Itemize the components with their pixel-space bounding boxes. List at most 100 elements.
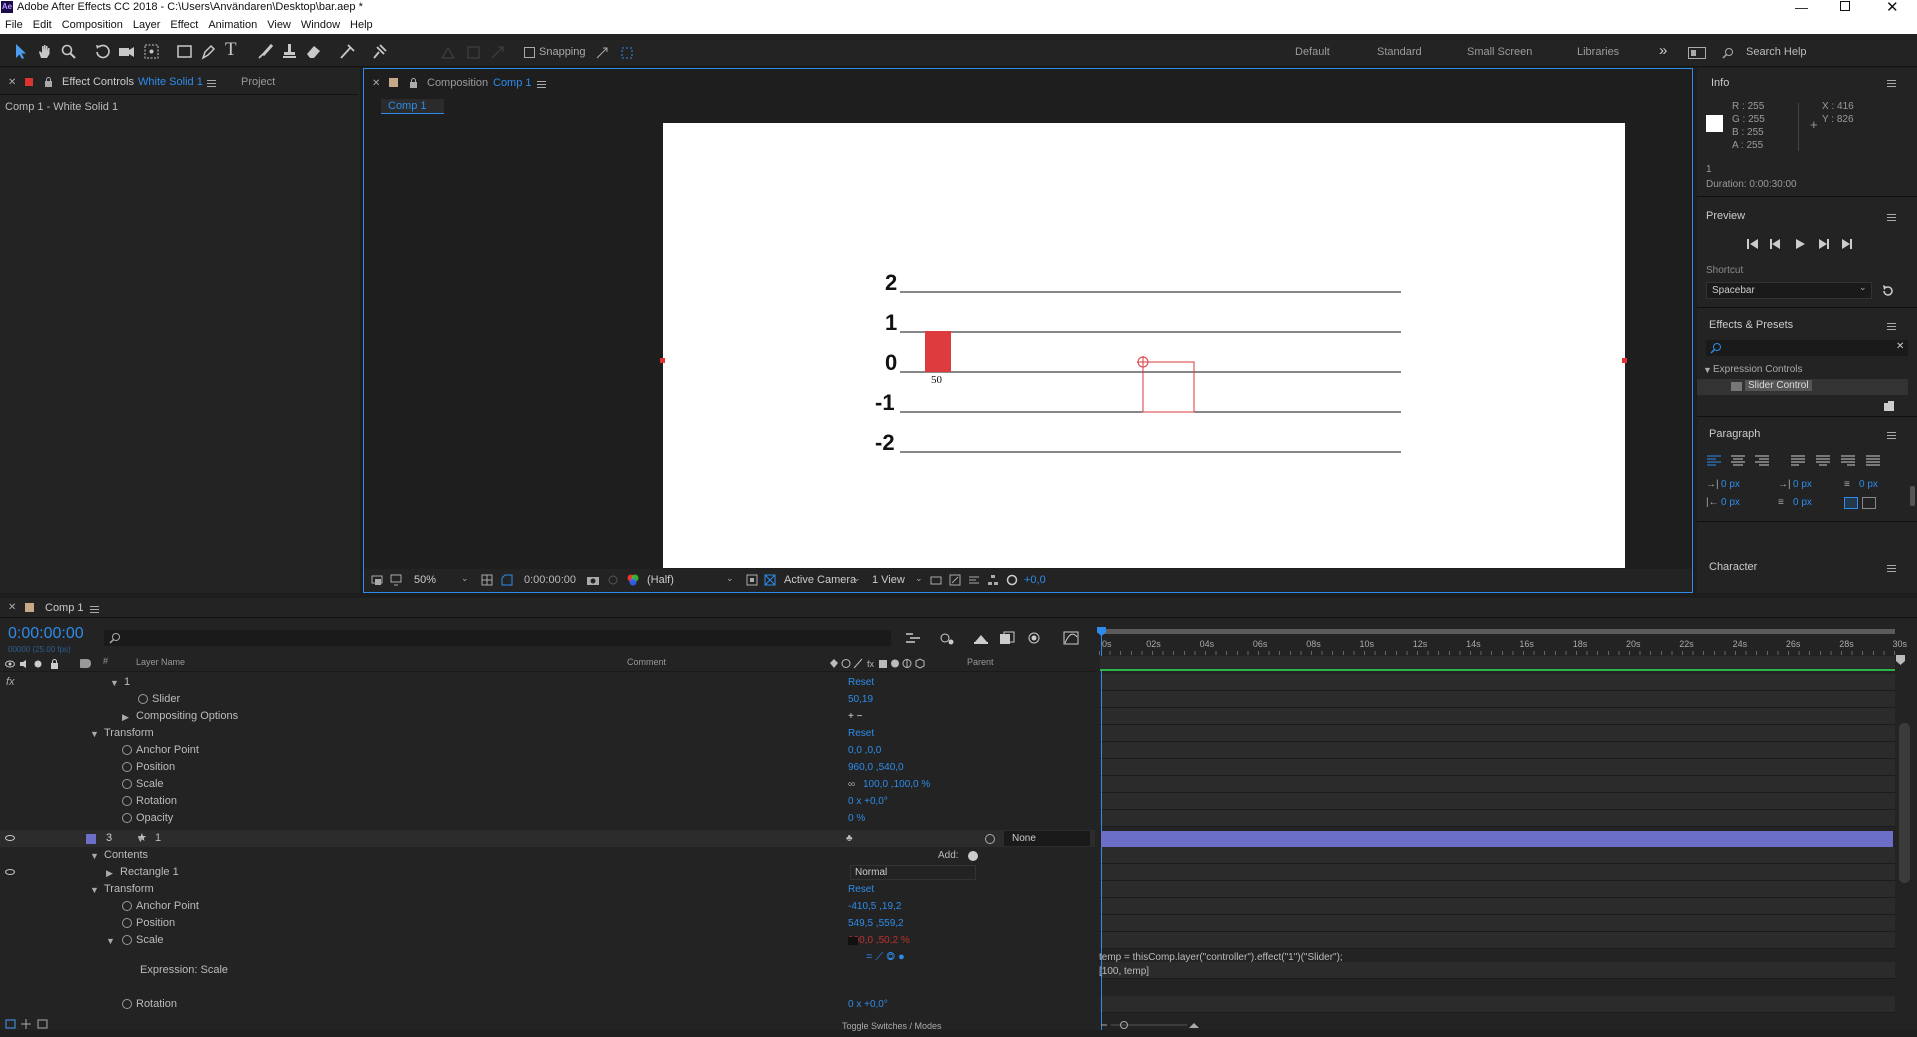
motion-blur-icon[interactable] bbox=[1025, 631, 1041, 645]
timeline-track[interactable] bbox=[1100, 847, 1895, 864]
monitor-icon[interactable] bbox=[390, 574, 402, 586]
comp-edge-handle-left[interactable] bbox=[660, 358, 665, 363]
reset-exposure-icon[interactable] bbox=[1006, 574, 1018, 586]
constrain-proportions-icon[interactable]: ∞ bbox=[848, 776, 855, 793]
lock-icon[interactable] bbox=[44, 77, 53, 87]
world-axis-icon[interactable] bbox=[465, 44, 482, 61]
restore-button[interactable] bbox=[1840, 1, 1850, 11]
timeline-track[interactable] bbox=[1100, 776, 1895, 793]
comment-header[interactable]: Comment bbox=[627, 657, 666, 667]
disclosure-triangle-icon[interactable]: ▼ bbox=[1703, 365, 1712, 375]
timeline-track[interactable] bbox=[1100, 691, 1895, 708]
lock-icon[interactable] bbox=[409, 78, 418, 88]
effect-controls-tab[interactable]: Effect Controls bbox=[62, 76, 134, 88]
pen-tool-icon[interactable] bbox=[200, 43, 217, 60]
timeline-track[interactable] bbox=[1100, 962, 1895, 979]
region-of-interest-icon[interactable] bbox=[746, 574, 758, 586]
search-help-field[interactable]: Search Help bbox=[1746, 46, 1807, 58]
chevron-down-icon[interactable]: ⌄ bbox=[461, 573, 469, 584]
timeline-track[interactable] bbox=[1100, 759, 1895, 776]
timeline-icon[interactable] bbox=[968, 574, 980, 586]
timeline-track[interactable] bbox=[1100, 864, 1895, 881]
camera-select[interactable]: Active Camera bbox=[784, 574, 856, 586]
layer-search-field[interactable] bbox=[104, 630, 891, 646]
menu-animation[interactable]: Animation bbox=[203, 16, 262, 32]
effects-item-row[interactable]: Slider Control bbox=[1697, 379, 1908, 395]
rectangle-tool-icon[interactable] bbox=[176, 43, 193, 60]
stopwatch-icon[interactable] bbox=[122, 901, 132, 911]
timeline-track[interactable] bbox=[1100, 881, 1895, 898]
project-tab[interactable]: Project bbox=[241, 76, 275, 88]
brush-tool-icon[interactable] bbox=[257, 43, 274, 60]
snapshot-camera-icon[interactable] bbox=[586, 574, 600, 586]
type-tool-icon[interactable]: T bbox=[225, 39, 242, 60]
layer-row[interactable]: 3 ★ ♣ ▼ 1 None bbox=[0, 830, 1095, 847]
add-content-icon[interactable] bbox=[968, 851, 978, 861]
close-button[interactable]: ✕ bbox=[1886, 0, 1899, 16]
stopwatch-icon[interactable] bbox=[122, 745, 132, 755]
view-axis-icon[interactable] bbox=[489, 44, 506, 61]
selection-tool-icon[interactable] bbox=[12, 43, 29, 60]
timeline-track[interactable] bbox=[1100, 708, 1895, 725]
property-row[interactable]: ▼ Transform Reset bbox=[0, 881, 1095, 898]
property-row[interactable]: ▼ Contents Add: bbox=[0, 847, 1095, 864]
timeline-track[interactable] bbox=[1100, 932, 1895, 949]
close-tab-icon[interactable]: ✕ bbox=[8, 77, 16, 88]
disclosure-triangle-icon[interactable]: ▼ bbox=[110, 675, 119, 692]
show-snapshot-icon[interactable] bbox=[607, 574, 619, 586]
disclosure-triangle-icon[interactable]: ▼ bbox=[90, 726, 99, 743]
snap-edges-icon[interactable] bbox=[595, 46, 609, 60]
toggle-pixel-aspect-icon[interactable] bbox=[930, 574, 942, 586]
minimize-button[interactable]: — bbox=[1795, 0, 1808, 15]
disclosure-triangle-icon[interactable]: ▼ bbox=[90, 882, 99, 899]
menu-edit[interactable]: Edit bbox=[28, 16, 57, 32]
property-value[interactable]: 100,0 ,100,0 % bbox=[863, 776, 930, 793]
indent-left-field[interactable]: 0 px bbox=[1721, 479, 1740, 490]
chevron-down-icon[interactable]: ⌄ bbox=[726, 573, 734, 584]
timeline-track[interactable] bbox=[1100, 725, 1895, 742]
menu-window[interactable]: Window bbox=[296, 16, 345, 32]
safe-margins-icon[interactable] bbox=[501, 574, 513, 586]
parent-pickwhip-icon[interactable] bbox=[985, 834, 995, 844]
property-value[interactable]: Reset bbox=[848, 881, 874, 898]
visibility-eye-icon[interactable] bbox=[5, 869, 15, 875]
menu-effect[interactable]: Effect bbox=[165, 16, 203, 32]
reset-shortcut-icon[interactable] bbox=[1881, 284, 1895, 298]
ltr-direction-icon[interactable] bbox=[1844, 497, 1858, 509]
panel-menu-icon[interactable] bbox=[1887, 323, 1896, 330]
current-time-display[interactable]: 0:00:00:00 bbox=[524, 574, 576, 586]
panel-menu-icon[interactable] bbox=[1887, 80, 1896, 87]
transparency-grid-icon[interactable] bbox=[764, 574, 776, 586]
layer-label-swatch[interactable] bbox=[86, 834, 96, 844]
property-row[interactable]: Rotation 0 x +0,0° bbox=[0, 996, 1095, 1013]
timeline-track[interactable] bbox=[1100, 742, 1895, 759]
eraser-tool-icon[interactable] bbox=[305, 43, 322, 60]
disclosure-triangle-icon[interactable]: ▶ bbox=[106, 865, 113, 882]
pan-behind-tool-icon[interactable] bbox=[143, 43, 160, 60]
stopwatch-icon[interactable] bbox=[122, 999, 132, 1009]
property-row[interactable]: Rotation 0 x +0,0° bbox=[0, 793, 1095, 810]
property-value[interactable]: None bbox=[1012, 830, 1036, 847]
workspace-small-screen[interactable]: Small Screen bbox=[1467, 46, 1532, 58]
property-value[interactable]: 0 x +0,0° bbox=[848, 996, 888, 1013]
property-row[interactable]: Anchor Point -410,5 ,19,2 bbox=[0, 898, 1095, 915]
menu-layer[interactable]: Layer bbox=[128, 16, 166, 32]
property-value[interactable]: + − bbox=[848, 708, 862, 725]
clear-search-icon[interactable]: ✕ bbox=[1896, 341, 1904, 352]
clone-stamp-tool-icon[interactable] bbox=[281, 43, 298, 60]
property-row[interactable]: Expression: Scale = ⟋ ◎ ● bbox=[0, 951, 1095, 979]
property-value[interactable]: 0 % bbox=[848, 810, 865, 827]
expression-line-2[interactable]: [100, temp] bbox=[1099, 966, 1149, 977]
toggle-switches-modes-button[interactable]: Toggle Switches / Modes bbox=[842, 1021, 942, 1031]
layer-duration-bar[interactable] bbox=[1101, 831, 1893, 847]
disclosure-triangle-icon[interactable]: ▶ bbox=[122, 709, 129, 726]
disclosure-triangle-icon[interactable]: ▼ bbox=[90, 848, 99, 865]
stopwatch-icon[interactable] bbox=[122, 918, 132, 928]
zoom-tool-icon[interactable] bbox=[60, 43, 77, 60]
disclosure-triangle-icon[interactable]: ▼ bbox=[136, 831, 145, 848]
property-value[interactable]: -410,5 ,19,2 bbox=[848, 898, 901, 915]
time-ruler[interactable]: 0s 02s 04s 06s 08s 10s 12s 14s 16s 18s 20s 22s 24s 26… bbox=[1099, 627, 1907, 656]
expression-controls-icons[interactable]: = ⟋ ◎ ● bbox=[866, 949, 905, 966]
right-panel-scrollbar[interactable] bbox=[1910, 486, 1915, 506]
property-value[interactable]: 960,0 ,540,0 bbox=[848, 759, 904, 776]
